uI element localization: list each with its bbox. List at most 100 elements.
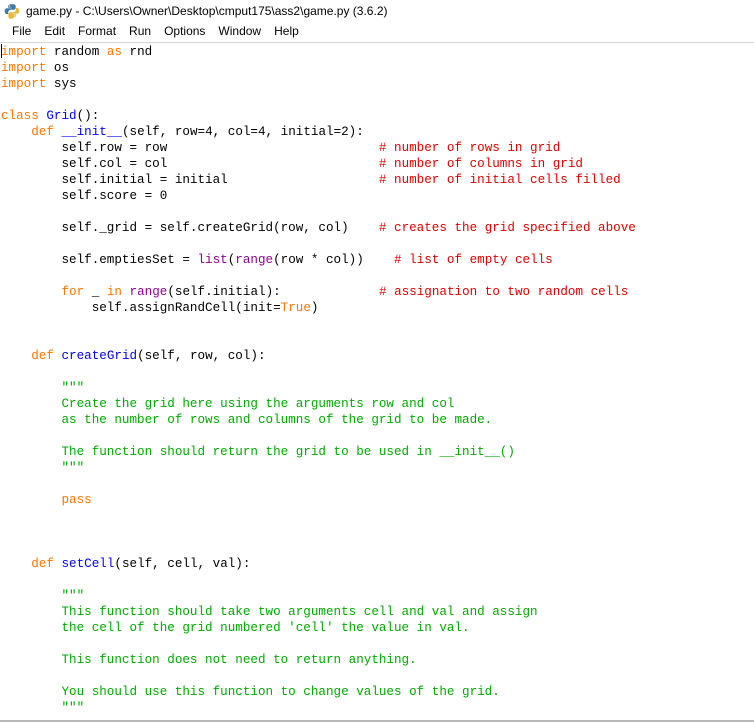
code-token-kw: True <box>280 301 311 315</box>
code-line: self.initial = initial # number of initi… <box>1 172 754 188</box>
code-line: self.col = col # number of columns in gr… <box>1 156 754 172</box>
code-token-kw: pass <box>61 493 92 507</box>
code-line: the cell of the grid numbered 'cell' the… <box>1 620 754 636</box>
code-token-kw: def <box>31 557 54 571</box>
code-token-pln <box>349 221 379 235</box>
code-token-pln <box>1 557 31 571</box>
code-token-kw: for <box>61 285 85 299</box>
code-token-pln <box>167 141 379 155</box>
code-token-pln: self.score = 0 <box>1 189 168 203</box>
code-token-str: """ <box>1 701 85 715</box>
code-token-pln: self.initial = initial <box>1 173 228 187</box>
code-token-pln: (self.initial): <box>167 285 281 299</box>
text-caret <box>1 44 2 58</box>
code-line: You should use this function to change v… <box>1 684 754 700</box>
code-token-str: This function does not need to return an… <box>1 653 417 667</box>
menu-item-run[interactable]: Run <box>123 23 158 40</box>
code-token-str: """ <box>1 589 85 603</box>
code-token-pln: (row * col)) <box>273 253 364 267</box>
menu-item-edit[interactable]: Edit <box>38 23 72 40</box>
code-token-str: """ <box>1 381 85 395</box>
code-line: This function does not need to return an… <box>1 652 754 668</box>
code-line: """ <box>1 460 754 476</box>
code-token-pln: self.emptiesSet = <box>1 253 198 267</box>
code-token-str: You should use this function to change v… <box>1 685 500 699</box>
code-line: The function should return the grid to b… <box>1 444 754 460</box>
code-token-kw: def <box>31 125 54 139</box>
code-token-pln <box>1 493 61 507</box>
code-token-pln <box>364 253 394 267</box>
code-line: self.row = row # number of rows in grid <box>1 140 754 156</box>
code-line: This function should take two arguments … <box>1 604 754 620</box>
code-line: self.emptiesSet = list(range(row * col))… <box>1 252 754 268</box>
code-token-pln <box>228 173 379 187</box>
code-token-kw: class <box>1 109 39 123</box>
code-token-defn: Grid <box>46 109 77 123</box>
code-token-pln: self.assignRandCell(init= <box>1 301 281 315</box>
code-token-pln: sys <box>46 77 77 91</box>
code-token-pln: (): <box>76 109 100 123</box>
code-token-bi: range <box>129 285 168 299</box>
code-token-kw: def <box>31 349 54 363</box>
code-line: """ <box>1 700 754 716</box>
code-token-kw: as <box>106 45 122 59</box>
code-line: pass <box>1 492 754 508</box>
menu-item-help[interactable]: Help <box>268 23 306 40</box>
code-token-pln <box>1 285 61 299</box>
code-token-defn: setCell <box>61 557 115 571</box>
code-token-pln <box>1 125 31 139</box>
code-token-bi: list <box>197 253 228 267</box>
code-token-pln: rnd <box>121 45 153 59</box>
code-line: self._grid = self.createGrid(row, col) #… <box>1 220 754 236</box>
code-token-pln: os <box>46 61 70 75</box>
window-title-text: game.py - C:\Users\Owner\Desktop\cmput17… <box>26 3 388 18</box>
code-line: def __init__(self, row=4, col=4, initial… <box>1 124 754 140</box>
python-idle-icon <box>4 3 20 19</box>
code-token-kw: import <box>1 45 47 59</box>
code-token-pln <box>1 349 31 363</box>
code-token-kw: in <box>106 285 122 299</box>
code-token-pln <box>281 285 379 299</box>
code-token-kw: import <box>1 77 47 91</box>
code-line: as the number of rows and columns of the… <box>1 412 754 428</box>
code-editor-area[interactable]: import random as rnd import os import sy… <box>0 43 754 720</box>
menu-item-file[interactable]: File <box>6 23 38 40</box>
code-token-str: as the number of rows and columns of the… <box>1 413 493 427</box>
code-line: Create the grid here using the arguments… <box>1 396 754 412</box>
code-token-pln: ) <box>310 301 319 315</box>
code-token-bi: range <box>235 253 274 267</box>
menu-item-options[interactable]: Options <box>158 23 212 40</box>
code-token-pln: (self, cell, val): <box>114 557 251 571</box>
code-token-pln <box>122 285 130 299</box>
code-token-cmt: # creates the grid specified above <box>378 221 636 235</box>
menu-item-format[interactable]: Format <box>72 23 123 40</box>
menu-bar: File Edit Format Run Options Window Help <box>0 21 754 43</box>
code-line: class Grid(): <box>1 108 754 124</box>
code-token-pln: self._grid = self.createGrid(row, col) <box>1 221 349 235</box>
code-token-defn: __init__ <box>61 125 122 139</box>
code-token-pln: self.row = row <box>1 141 168 155</box>
code-token-cmt: # number of rows in grid <box>378 141 561 155</box>
code-token-str: This function should take two arguments … <box>1 605 538 619</box>
window-title-bar: game.py - C:\Users\Owner\Desktop\cmput17… <box>0 0 754 21</box>
code-line: import sys <box>1 76 754 92</box>
menu-item-window[interactable]: Window <box>212 23 268 40</box>
code-token-cmt: # number of initial cells filled <box>378 173 621 187</box>
code-line: for _ in range(self.initial): # assignat… <box>1 284 754 300</box>
code-token-str: The function should return the grid to b… <box>1 445 515 459</box>
code-token-pln <box>167 157 379 171</box>
code-token-str: """ <box>1 461 85 475</box>
source-code-text[interactable]: import random as rnd import os import sy… <box>0 44 754 716</box>
